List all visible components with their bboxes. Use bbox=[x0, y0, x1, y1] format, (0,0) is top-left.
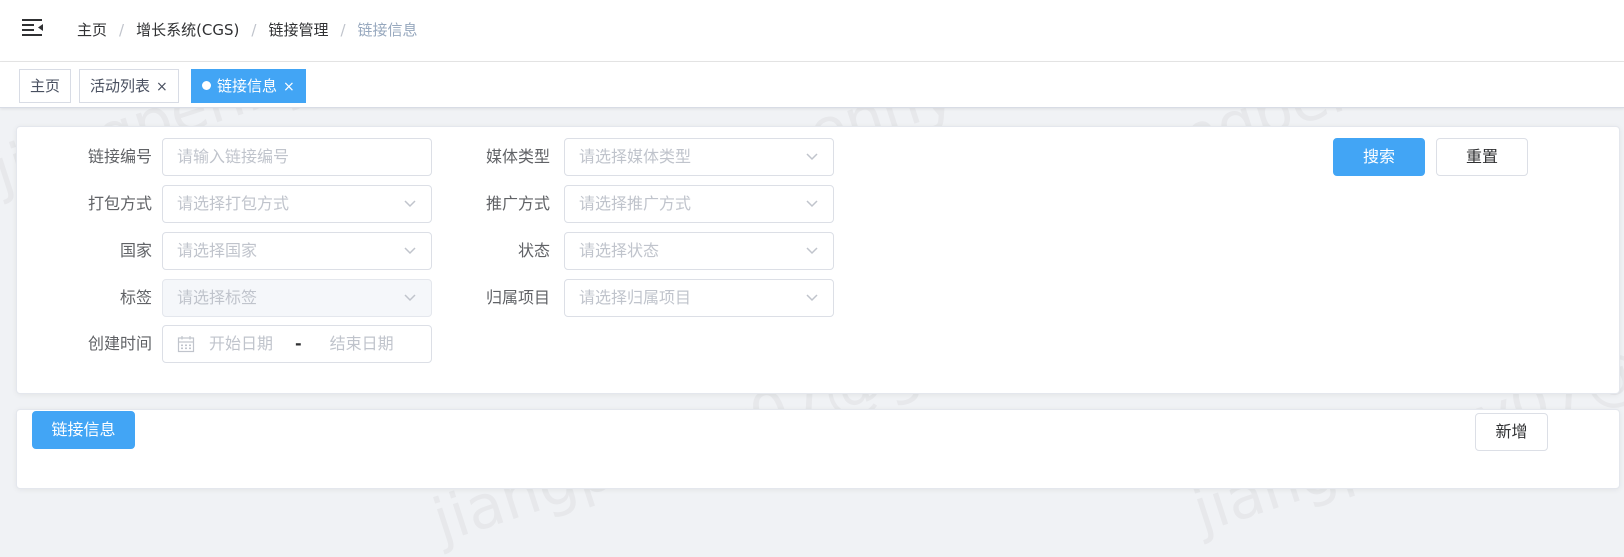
tag-activity-list[interactable]: 活动列表 × bbox=[79, 69, 179, 103]
tag-label: 标签 bbox=[119, 288, 152, 307]
top-navbar: 主页 / 增长系统(CGS) / 链接管理 / 链接信息 bbox=[0, 0, 1624, 62]
country-select[interactable]: 请选择国家 bbox=[162, 232, 432, 270]
tag-link-info[interactable]: 链接信息 × bbox=[191, 69, 306, 103]
tag-select: 请选择标签 bbox=[162, 279, 432, 317]
action-panel bbox=[16, 409, 1620, 489]
created-time-label: 创建时间 bbox=[87, 334, 152, 353]
tag-placeholder: 请选择标签 bbox=[177, 288, 258, 307]
start-date-placeholder[interactable]: 开始日期 bbox=[209, 326, 273, 362]
country-placeholder: 请选择国家 bbox=[177, 241, 258, 260]
date-range-separator: - bbox=[295, 334, 302, 353]
pack-method-label: 打包方式 bbox=[87, 194, 152, 213]
breadcrumb-separator: / bbox=[340, 20, 346, 39]
breadcrumb: 主页 / 增长系统(CGS) / 链接管理 / 链接信息 bbox=[77, 19, 418, 40]
close-icon[interactable]: × bbox=[156, 79, 168, 95]
add-button[interactable]: 新增 bbox=[1475, 413, 1548, 451]
media-type-label: 媒体类型 bbox=[485, 147, 550, 166]
status-label: 状态 bbox=[517, 241, 550, 260]
tag-home[interactable]: 主页 bbox=[19, 69, 72, 103]
country-label: 国家 bbox=[119, 241, 152, 260]
link-id-input[interactable] bbox=[177, 139, 417, 174]
status-select[interactable]: 请选择状态 bbox=[564, 232, 834, 270]
breadcrumb-separator: / bbox=[119, 20, 125, 39]
link-info-button[interactable]: 链接信息 bbox=[32, 411, 135, 449]
tag-label: 主页 bbox=[30, 77, 61, 95]
breadcrumb-item-home[interactable]: 主页 bbox=[77, 19, 107, 40]
pack-method-select[interactable]: 请选择打包方式 bbox=[162, 185, 432, 223]
media-type-select[interactable]: 请选择媒体类型 bbox=[564, 138, 834, 176]
tags-view-bar: 主页 活动列表 × 链接信息 × bbox=[0, 62, 1624, 108]
close-icon[interactable]: × bbox=[283, 79, 295, 95]
link-id-label: 链接编号 bbox=[87, 147, 152, 166]
chevron-down-icon bbox=[806, 153, 818, 161]
chevron-down-icon bbox=[806, 247, 818, 255]
chevron-down-icon bbox=[806, 200, 818, 208]
promo-method-label: 推广方式 bbox=[485, 194, 550, 213]
promo-method-select[interactable]: 请选择推广方式 bbox=[564, 185, 834, 223]
breadcrumb-item-link-management[interactable]: 链接管理 bbox=[268, 19, 328, 40]
calendar-icon bbox=[177, 336, 195, 353]
reset-button[interactable]: 重置 bbox=[1436, 138, 1528, 176]
project-select[interactable]: 请选择归属项目 bbox=[564, 279, 834, 317]
search-button[interactable]: 搜索 bbox=[1333, 138, 1425, 176]
project-label: 归属项目 bbox=[485, 288, 550, 307]
status-placeholder: 请选择状态 bbox=[579, 241, 660, 260]
promo-method-placeholder: 请选择推广方式 bbox=[579, 194, 692, 213]
breadcrumb-item-growth-system[interactable]: 增长系统(CGS) bbox=[136, 19, 239, 40]
media-type-placeholder: 请选择媒体类型 bbox=[579, 147, 692, 166]
breadcrumb-item-current: 链接信息 bbox=[357, 21, 418, 39]
chevron-down-icon bbox=[806, 294, 818, 302]
tag-label: 活动列表 bbox=[90, 77, 151, 95]
active-dot-icon bbox=[202, 81, 211, 90]
breadcrumb-separator: / bbox=[251, 20, 257, 39]
created-time-range-picker[interactable]: 开始日期 - 结束日期 bbox=[162, 325, 432, 363]
end-date-placeholder[interactable]: 结束日期 bbox=[330, 326, 394, 362]
tag-label: 链接信息 bbox=[217, 77, 278, 95]
link-id-input-wrapper bbox=[162, 138, 432, 176]
pack-method-placeholder: 请选择打包方式 bbox=[177, 194, 290, 213]
project-placeholder: 请选择归属项目 bbox=[579, 288, 692, 307]
hamburger-fold-icon[interactable] bbox=[22, 18, 44, 38]
